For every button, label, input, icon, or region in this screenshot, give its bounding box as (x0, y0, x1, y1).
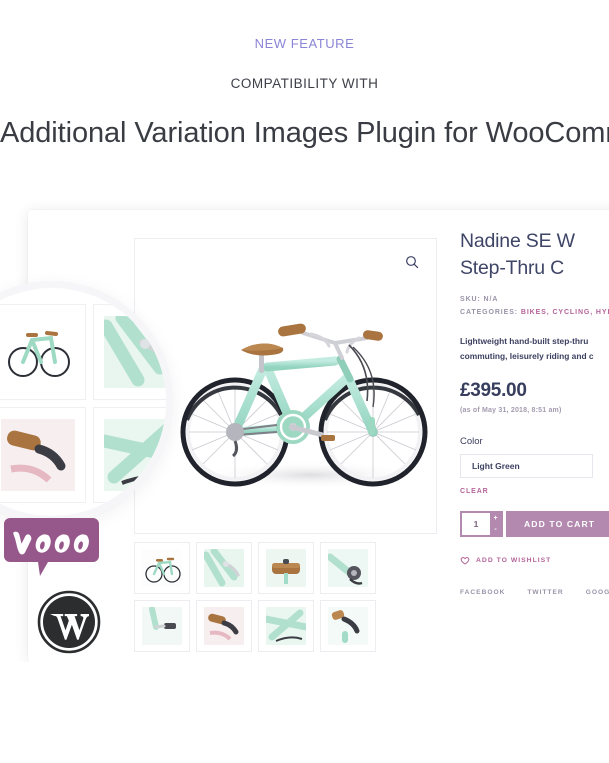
price-timestamp: (as of May 31, 2018, 8:51 am) (460, 407, 562, 414)
eyebrow-label: NEW FEATURE (254, 36, 355, 51)
product-sku: SKU: N/A (460, 296, 499, 303)
gallery-thumbnail[interactable] (196, 600, 252, 652)
heart-icon (460, 556, 470, 565)
woocommerce-logo (4, 518, 99, 576)
quantity-input[interactable]: 1 (462, 513, 490, 535)
bicycle-illustration (135, 239, 436, 533)
magnified-thumbnail (0, 304, 86, 400)
gallery-thumbnail[interactable] (320, 542, 376, 594)
magnified-thumbnail (93, 304, 166, 400)
gallery-thumbnail[interactable] (320, 600, 376, 652)
product-title-line2: Step-Thru C (460, 257, 565, 279)
main-product-image[interactable] (134, 238, 437, 534)
quantity-step-buttons[interactable]: + - (490, 513, 501, 535)
gallery-thumbnail[interactable] (258, 600, 314, 652)
product-price: £395.00 (460, 380, 527, 401)
magnified-thumbnail-grid (0, 304, 166, 503)
magnified-thumbnail (93, 407, 166, 503)
categories-label: CATEGORIES: (460, 309, 518, 316)
description-line-1: Lightweight hand-built step-thru (460, 336, 589, 346)
product-title-line1: Nadine SE W (460, 230, 575, 252)
gallery-thumbnail[interactable] (134, 542, 190, 594)
product-description: Lightweight hand-built step-thru commuti… (460, 334, 609, 364)
product-gallery (134, 238, 439, 652)
attribute-label-color: Color (460, 436, 483, 447)
categories-value[interactable]: BIKES, CYCLING, HYBRID B (521, 309, 609, 316)
add-to-wishlist-link[interactable]: ADD TO WISHLIST (460, 556, 609, 565)
add-to-cart-button[interactable]: ADD TO CART (506, 511, 609, 537)
magnifier-icon[interactable] (405, 255, 419, 269)
wishlist-label: ADD TO WISHLIST (476, 557, 552, 564)
quantity-decrement-button[interactable]: - (494, 526, 496, 533)
page-root: NEW FEATURE COMPATIBILITY WITH Additiona… (0, 0, 609, 763)
gallery-thumbnail[interactable] (258, 542, 314, 594)
social-share-row: FACEBOOK TWITTER GOOGLE PL (460, 589, 609, 596)
product-categories: CATEGORIES: BIKES, CYCLING, HYBRID B (460, 309, 609, 316)
color-select-value: Light Green (472, 461, 520, 471)
page-title: Additional Variation Images Plugin for W… (0, 117, 609, 149)
cart-controls: 1 + - ADD TO CART (460, 511, 609, 537)
description-line-2: commuting, leisurely riding and c (460, 351, 594, 361)
wordpress-logo (37, 590, 101, 654)
header-block: NEW FEATURE COMPATIBILITY WITH Additiona… (0, 0, 609, 150)
thumbnail-strip (134, 542, 437, 652)
product-meta: SKU: N/A CATEGORIES: BIKES, CYCLING, HYB… (460, 296, 609, 316)
share-facebook[interactable]: FACEBOOK (460, 589, 505, 596)
quantity-stepper[interactable]: 1 + - (460, 511, 503, 537)
quantity-increment-button[interactable]: + (493, 515, 497, 522)
magnified-preview-circle (0, 288, 166, 516)
clear-selection-link[interactable]: CLEAR (460, 488, 609, 495)
product-page-card: Nadine SE W Step-Thru C SKU: N/A CATEGOR… (0, 210, 609, 662)
subhead-label: COMPATIBILITY WITH (230, 76, 379, 91)
product-summary: Nadine SE W Step-Thru C SKU: N/A CATEGOR… (460, 228, 609, 596)
magnified-thumbnail (0, 407, 86, 503)
gallery-thumbnail[interactable] (196, 542, 252, 594)
share-googleplus[interactable]: GOOGLE PL (586, 589, 609, 596)
gallery-thumbnail[interactable] (134, 600, 190, 652)
color-select[interactable]: Light Green (460, 454, 593, 478)
share-twitter[interactable]: TWITTER (527, 589, 563, 596)
